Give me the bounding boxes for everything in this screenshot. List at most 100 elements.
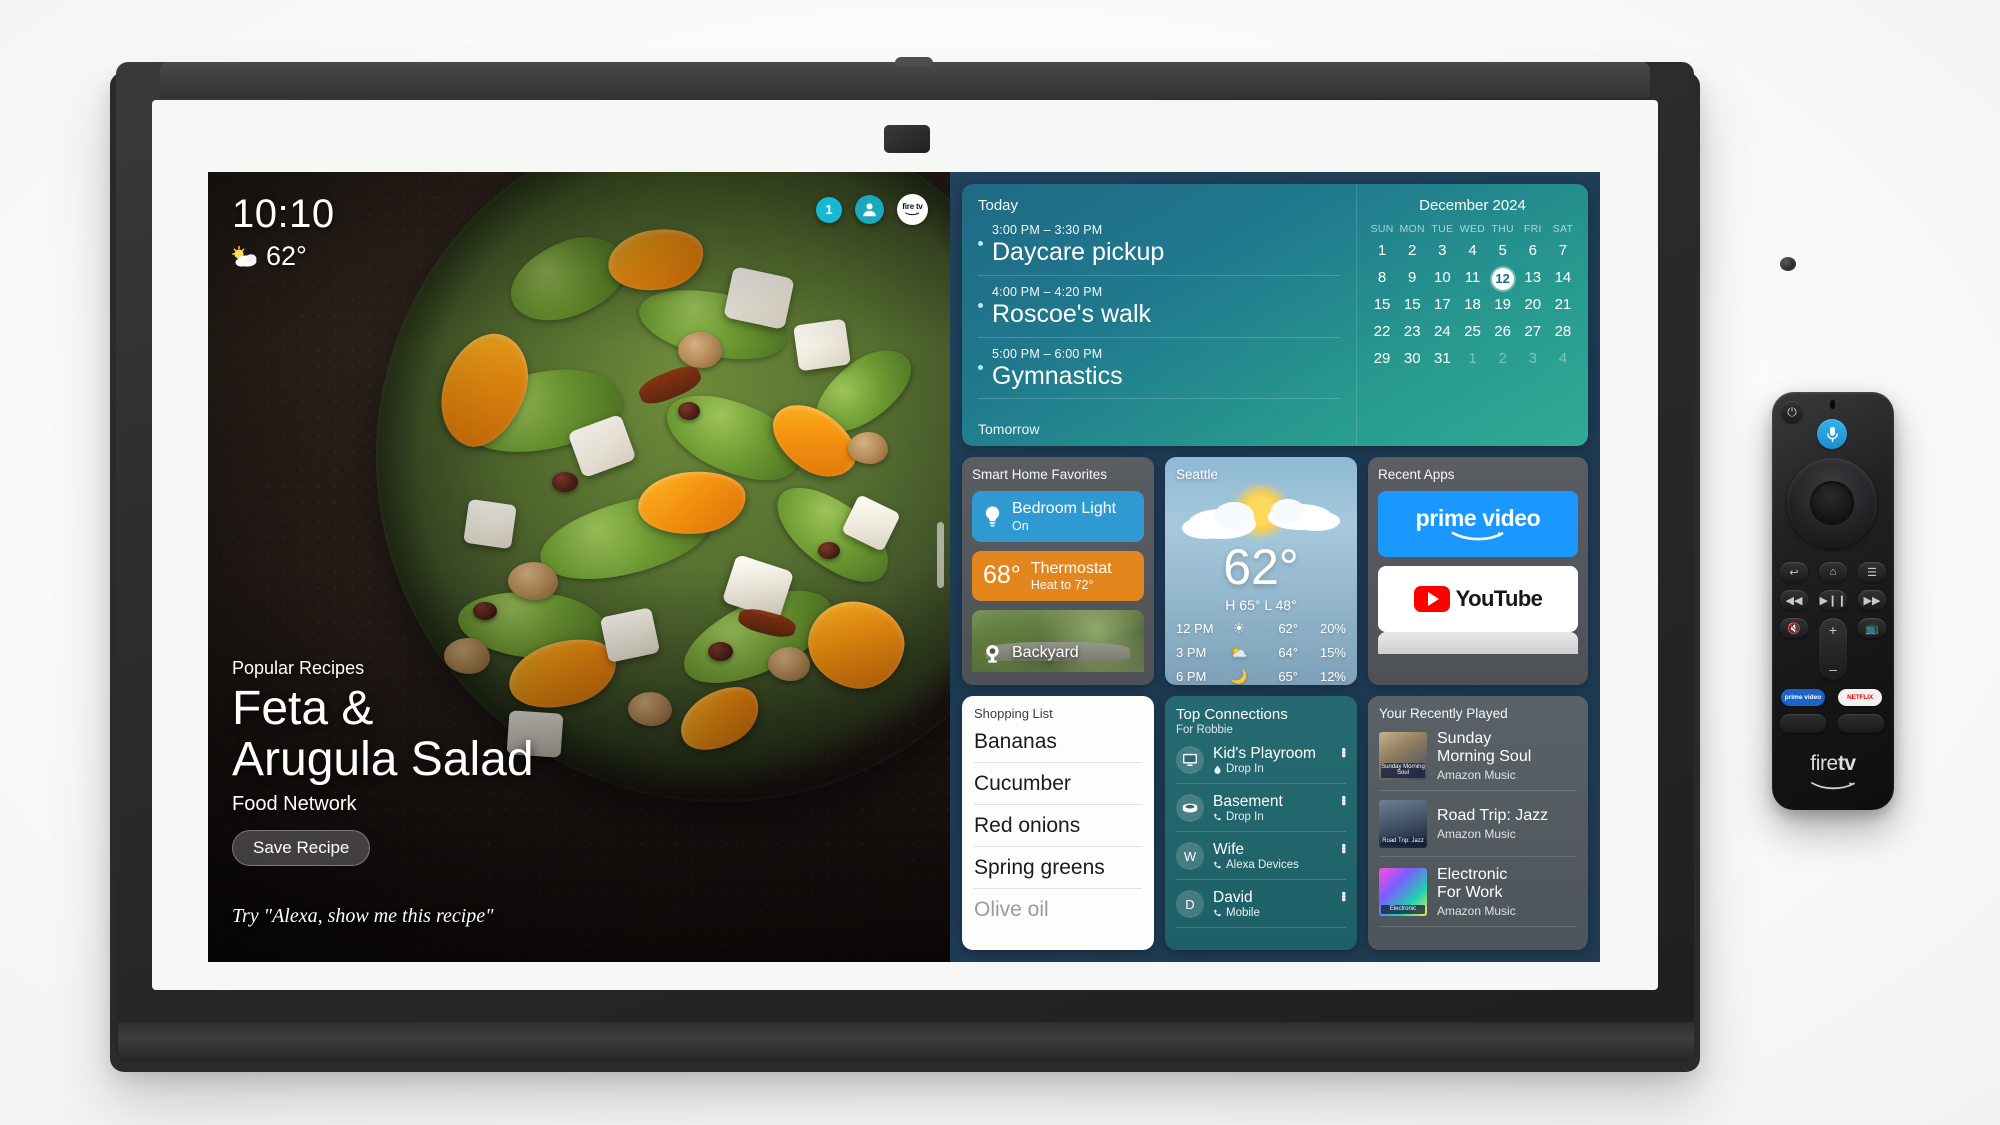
calendar-day[interactable]: 3 [1427, 241, 1457, 261]
phone-icon [1214, 909, 1221, 916]
calendar-day[interactable]: 5 [1488, 241, 1518, 261]
remote-guide-button[interactable]: 📺 [1858, 618, 1886, 638]
remote-home-button[interactable]: ⌂ [1819, 562, 1847, 582]
calendar-day[interactable]: 7 [1548, 241, 1578, 261]
calendar-day[interactable]: 15 [1367, 295, 1397, 315]
calendar-day[interactable]: 30 [1397, 349, 1427, 369]
overflow-menu-icon[interactable]: • • • [1341, 743, 1346, 762]
remote-prime-video-button[interactable]: prime video [1781, 689, 1825, 706]
month-calendar[interactable]: December 2024 SUN MON TUE WED THU FRI SAT 1234… [1356, 184, 1588, 446]
calendar-day[interactable]: 10 [1427, 268, 1457, 288]
remote-voice-button[interactable] [1817, 419, 1847, 449]
hero-scrollbar[interactable] [937, 522, 944, 588]
avatar[interactable] [855, 195, 884, 224]
recently-played-title: Your Recently Played [1379, 706, 1508, 721]
agenda-event[interactable]: 5:00 PM – 6:00 PM Gymnastics [978, 338, 1340, 400]
connection-row[interactable]: W Wife Alexa Devices • • • [1176, 832, 1346, 881]
calendar-day[interactable]: 29 [1367, 349, 1397, 369]
calendar-day[interactable]: 1 [1367, 241, 1397, 261]
calendar-day[interactable]: 18 [1457, 295, 1487, 315]
remote-volume-up-icon[interactable]: + [1819, 622, 1847, 638]
shopping-list-widget[interactable]: Shopping List Bananas Cucumber Red onions S… [962, 696, 1154, 950]
recipe-hero-panel[interactable]: 10:10 62° 1 fire tv Popular Recipes Feta… [208, 172, 950, 962]
overflow-menu-icon[interactable]: • • • [1341, 791, 1346, 810]
connection-row[interactable]: D David Mobile • • • [1176, 880, 1346, 929]
fire-tv-remote[interactable]: ⏻ ↩ ⌂ ☰ ◀◀ ▶❙❙ ▶▶ 🔇 📺 + – prime video NE… [1772, 392, 1894, 810]
camera-module [884, 125, 1796, 271]
smart-home-widget[interactable]: Smart Home Favorites Bedroom Light On 68… [962, 457, 1154, 685]
overflow-menu-icon[interactable]: • • • [1341, 839, 1346, 858]
weather-hourly-forecast: 12 PM ☀ 62° 20% 3 PM ⛅ 64° 15% 6 PM 🌙 65° 12% [1176, 620, 1346, 685]
connection-row[interactable]: Basement Drop In • • • [1176, 784, 1346, 833]
agenda-event[interactable]: 3:00 PM – 3:30 PM Daycare pickup [978, 214, 1340, 276]
calendar-day[interactable]: 9 [1397, 268, 1427, 288]
scene: 10:10 62° 1 fire tv Popular Recipes Feta… [0, 0, 2000, 1125]
remote-select-button[interactable] [1810, 481, 1854, 525]
calendar-day[interactable]: 19 [1488, 295, 1518, 315]
remote-play-pause-button[interactable]: ▶❙❙ [1819, 590, 1847, 610]
shopping-list-item[interactable]: Bananas [974, 721, 1142, 763]
remote-back-button[interactable]: ↩ [1780, 562, 1808, 582]
calendar-day[interactable]: 3 [1518, 349, 1548, 369]
calendar-day[interactable]: 4 [1548, 349, 1578, 369]
shopping-list-title: Shopping List [974, 706, 1053, 721]
app-tile-prime-video[interactable]: prime video [1378, 491, 1578, 557]
recently-played-row[interactable]: Road Trip: Jazz Road Trip: Jazz Amazon Mus… [1379, 791, 1577, 857]
recently-played-row[interactable]: Sunday Morning Soul Sunday Morning Soul Ama… [1379, 721, 1577, 791]
remote-volume-down-icon[interactable]: – [1819, 661, 1847, 677]
calendar-day[interactable]: 8 [1367, 268, 1397, 288]
shopping-list-item[interactable]: Olive oil [974, 889, 1142, 930]
shopping-list-item[interactable]: Cucumber [974, 763, 1142, 805]
remote-netflix-button[interactable]: NETFLIX [1838, 689, 1882, 706]
calendar-day[interactable]: 15 [1397, 295, 1427, 315]
recently-played-row[interactable]: Electronic Electronic For Work Amazon Music [1379, 857, 1577, 927]
calendar-day[interactable]: 31 [1427, 349, 1457, 369]
calendar-day-number: 8 [1377, 269, 1387, 286]
remote-app-button-3[interactable] [1780, 714, 1826, 733]
connection-row[interactable]: Kid's Playroom Drop In • • • [1176, 736, 1346, 785]
calendar-day[interactable]: 17 [1427, 295, 1457, 315]
recent-apps-widget[interactable]: Recent Apps prime video YouTube [1368, 457, 1588, 685]
remote-power-button[interactable]: ⏻ [1781, 401, 1803, 423]
calendar-day[interactable]: 28 [1548, 322, 1578, 342]
app-tile-partial[interactable] [1378, 632, 1578, 654]
overflow-menu-icon[interactable]: • • • [1341, 887, 1346, 906]
calendar-day[interactable]: 2 [1488, 349, 1518, 369]
calendar-day[interactable]: 13 [1518, 268, 1548, 288]
agenda-event[interactable]: 4:00 PM – 4:20 PM Roscoe's walk [978, 276, 1340, 338]
calendar-day[interactable]: 6 [1518, 241, 1548, 261]
calendar-day[interactable]: 22 [1367, 322, 1397, 342]
calendar-day[interactable]: 21 [1548, 295, 1578, 315]
calendar-days-grid[interactable]: 1 2 3 4 5 6 7 8 9 10 11 12 13 14 15 15 17 18 19 20 21 22 23 24 2… [1367, 241, 1578, 369]
calendar-day[interactable]: 20 [1518, 295, 1548, 315]
remote-menu-button[interactable]: ☰ [1858, 562, 1886, 582]
notification-badge[interactable]: 1 [816, 196, 842, 223]
calendar-day[interactable]: 25 [1457, 322, 1487, 342]
smart-home-tile-thermostat[interactable]: 68° Thermostat Heat to 72° [972, 550, 1144, 602]
remote-volume-rocker[interactable]: + – [1819, 618, 1847, 680]
weather-widget[interactable]: Seattle 62° H 65° L 48° 12 PM ☀ 62° 20% … [1165, 457, 1357, 685]
calendar-day[interactable]: 23 [1397, 322, 1427, 342]
remote-mute-button[interactable]: 🔇 [1780, 618, 1808, 638]
calendar-day-today[interactable]: 12 [1488, 268, 1518, 290]
calendar-day[interactable]: 14 [1548, 268, 1578, 288]
recently-played-widget[interactable]: Your Recently Played Sunday Morning Soul… [1368, 696, 1588, 950]
calendar-day[interactable]: 24 [1427, 322, 1457, 342]
calendar-day[interactable]: 1 [1457, 349, 1487, 369]
save-recipe-button[interactable]: Save Recipe [232, 830, 371, 866]
smart-home-tile-backyard-camera[interactable]: Backyard [972, 610, 1144, 673]
smart-home-tile-bedroom-light[interactable]: Bedroom Light On [972, 491, 1144, 542]
shopping-list-item[interactable]: Red onions [974, 805, 1142, 847]
calendar-day[interactable]: 26 [1488, 322, 1518, 342]
top-connections-widget[interactable]: Top Connections For Robbie Kid's Playroo… [1165, 696, 1357, 950]
remote-rewind-button[interactable]: ◀◀ [1780, 590, 1808, 610]
remote-app-button-4[interactable] [1838, 714, 1884, 733]
shopping-list-item[interactable]: Spring greens [974, 847, 1142, 889]
calendar-day[interactable]: 4 [1457, 241, 1487, 261]
app-tile-youtube[interactable]: YouTube [1378, 566, 1578, 632]
calendar-day[interactable]: 11 [1457, 268, 1487, 288]
calendar-widget[interactable]: Today 3:00 PM – 3:30 PM Daycare pickup 4… [962, 184, 1588, 446]
remote-fast-forward-button[interactable]: ▶▶ [1858, 590, 1886, 610]
calendar-day[interactable]: 2 [1397, 241, 1427, 261]
calendar-day[interactable]: 27 [1518, 322, 1548, 342]
